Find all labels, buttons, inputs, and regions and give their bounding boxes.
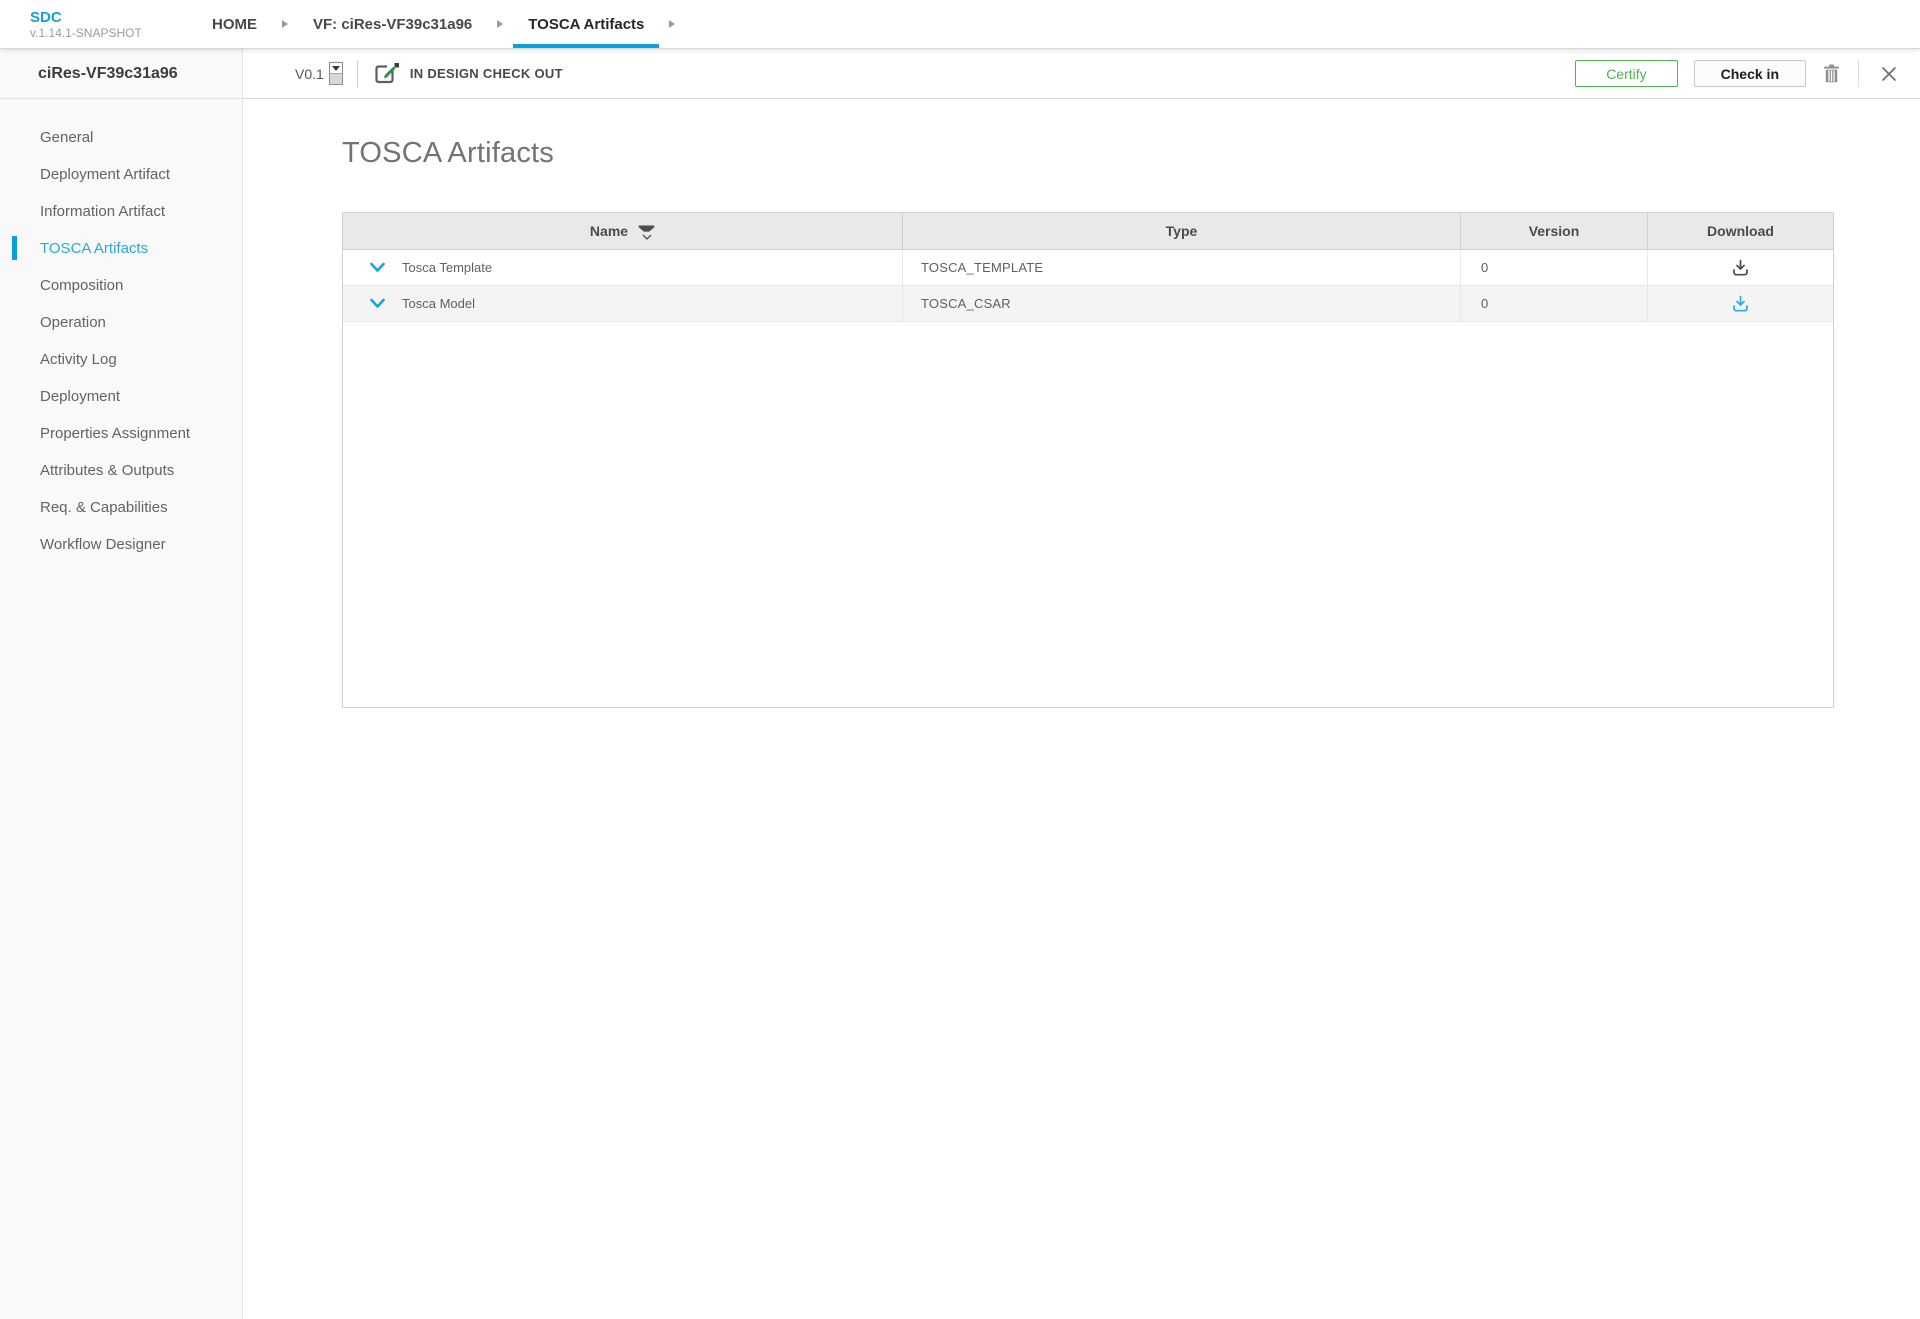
- breadcrumb: HOME VF: ciRes-VF39c31a96 TOSCA Artifact…: [188, 0, 676, 48]
- sidebar-menu: General Deployment Artifact Information …: [0, 99, 242, 563]
- app-version: v.1.14.1-SNAPSHOT: [30, 26, 180, 40]
- funnel-sort-icon: [638, 225, 655, 240]
- edit-pencil-icon: [373, 61, 400, 86]
- table-row: Tosca Template TOSCA_TEMPLATE 0: [343, 250, 1833, 286]
- row-expand-button[interactable]: [369, 298, 386, 310]
- download-cell: [1648, 250, 1833, 285]
- sidebar-item-req-capabilities[interactable]: Req. & Capabilities: [0, 489, 242, 526]
- sidebar: ciRes-VF39c31a96 General Deployment Arti…: [0, 49, 243, 1319]
- trash-icon: [1823, 64, 1840, 83]
- table-header-version: Version: [1461, 213, 1648, 249]
- chevron-down-icon: [369, 262, 386, 274]
- sidebar-item-tosca-artifacts[interactable]: TOSCA Artifacts: [0, 230, 242, 267]
- row-expand-button[interactable]: [369, 262, 386, 274]
- chevron-down-icon: [369, 298, 386, 310]
- table-header-name[interactable]: Name: [343, 213, 903, 249]
- version-stepper-arrow: [330, 63, 342, 73]
- sidebar-item-general[interactable]: General: [0, 119, 242, 156]
- table-header-type: Type: [903, 213, 1461, 249]
- breadcrumb-home[interactable]: HOME: [188, 0, 281, 48]
- table-row: Tosca Model TOSCA_CSAR 0: [343, 286, 1833, 322]
- app-logo-name: SDC: [30, 9, 180, 26]
- artifact-name-cell: Tosca Model: [343, 286, 903, 321]
- sidebar-item-deployment[interactable]: Deployment: [0, 378, 242, 415]
- version-label: V0.1: [295, 66, 324, 82]
- artifact-type: TOSCA_TEMPLATE: [903, 250, 1461, 285]
- table-header-row: Name Type Version Download: [343, 213, 1833, 250]
- close-button[interactable]: [1881, 66, 1897, 82]
- toolbar-divider: [1858, 60, 1859, 87]
- sidebar-item-activity-log[interactable]: Activity Log: [0, 341, 242, 378]
- artifact-name: Tosca Template: [402, 260, 492, 275]
- toolbar-divider: [357, 60, 358, 87]
- sidebar-item-operation[interactable]: Operation: [0, 304, 242, 341]
- download-cell: [1648, 286, 1833, 321]
- breadcrumb-vf[interactable]: VF: ciRes-VF39c31a96: [289, 0, 496, 48]
- chevron-right-icon: [282, 20, 288, 28]
- certify-button[interactable]: Certify: [1575, 60, 1677, 87]
- tosca-artifacts-table: Name Type Version Download: [342, 212, 1834, 708]
- sidebar-item-information-artifact[interactable]: Information Artifact: [0, 193, 242, 230]
- sidebar-item-attributes-outputs[interactable]: Attributes & Outputs: [0, 452, 242, 489]
- artifact-version: 0: [1461, 286, 1648, 321]
- artifact-name: Tosca Model: [402, 296, 475, 311]
- download-button[interactable]: [1729, 293, 1752, 315]
- check-in-button[interactable]: Check in: [1694, 60, 1806, 87]
- close-icon: [1881, 66, 1897, 82]
- version-stepper[interactable]: [329, 62, 343, 85]
- lifecycle-status-label: IN DESIGN CHECK OUT: [410, 66, 563, 81]
- chevron-right-icon: [497, 20, 503, 28]
- artifact-version: 0: [1461, 250, 1648, 285]
- page-title: TOSCA Artifacts: [342, 137, 1920, 170]
- download-button[interactable]: [1729, 257, 1752, 279]
- chevron-right-icon: [669, 20, 675, 28]
- app-logo: SDC v.1.14.1-SNAPSHOT: [30, 0, 180, 48]
- sidebar-item-composition[interactable]: Composition: [0, 267, 242, 304]
- tosca-artifacts-page: TOSCA Artifacts Name Type Version Downlo…: [243, 137, 1920, 708]
- download-tray-icon: [1731, 295, 1750, 313]
- sidebar-item-properties-assignment[interactable]: Properties Assignment: [0, 415, 242, 452]
- delete-button[interactable]: [1823, 64, 1840, 83]
- workspace: V0.1 IN DESIGN CHECK OUT Certify Check i…: [243, 49, 1920, 1319]
- sidebar-item-deployment-artifact[interactable]: Deployment Artifact: [0, 156, 242, 193]
- download-tray-icon: [1731, 259, 1750, 277]
- table-header-download: Download: [1648, 213, 1833, 249]
- artifact-name-cell: Tosca Template: [343, 250, 903, 285]
- sidebar-component-title: ciRes-VF39c31a96: [0, 49, 242, 99]
- workspace-toolbar: V0.1 IN DESIGN CHECK OUT Certify Check i…: [243, 49, 1920, 99]
- artifact-type: TOSCA_CSAR: [903, 286, 1461, 321]
- breadcrumb-tosca-artifacts[interactable]: TOSCA Artifacts: [504, 0, 668, 48]
- sidebar-item-workflow-designer[interactable]: Workflow Designer: [0, 526, 242, 563]
- top-bar: SDC v.1.14.1-SNAPSHOT HOME VF: ciRes-VF3…: [0, 0, 1920, 49]
- table-empty-area: [343, 322, 1833, 707]
